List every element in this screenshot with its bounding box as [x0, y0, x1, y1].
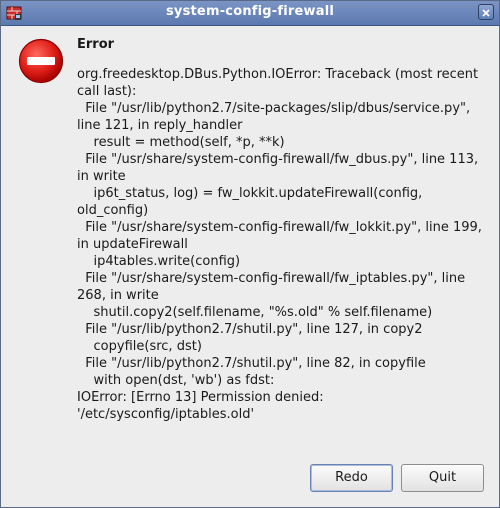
- close-icon: [482, 9, 490, 17]
- redo-button[interactable]: Redo: [310, 464, 393, 492]
- error-message: org.freedesktop.DBus.Python.IOError: Tra…: [77, 67, 482, 422]
- title-bar[interactable]: system-config-firewall: [1, 1, 499, 26]
- window-title: system-config-firewall: [165, 4, 335, 19]
- quit-button[interactable]: Quit: [401, 464, 484, 492]
- close-button[interactable]: [478, 4, 494, 20]
- dialog-heading: Error: [77, 37, 115, 52]
- error-icon: [18, 38, 64, 84]
- dialog-window: system-config-firewall Error org.freedes…: [0, 0, 500, 508]
